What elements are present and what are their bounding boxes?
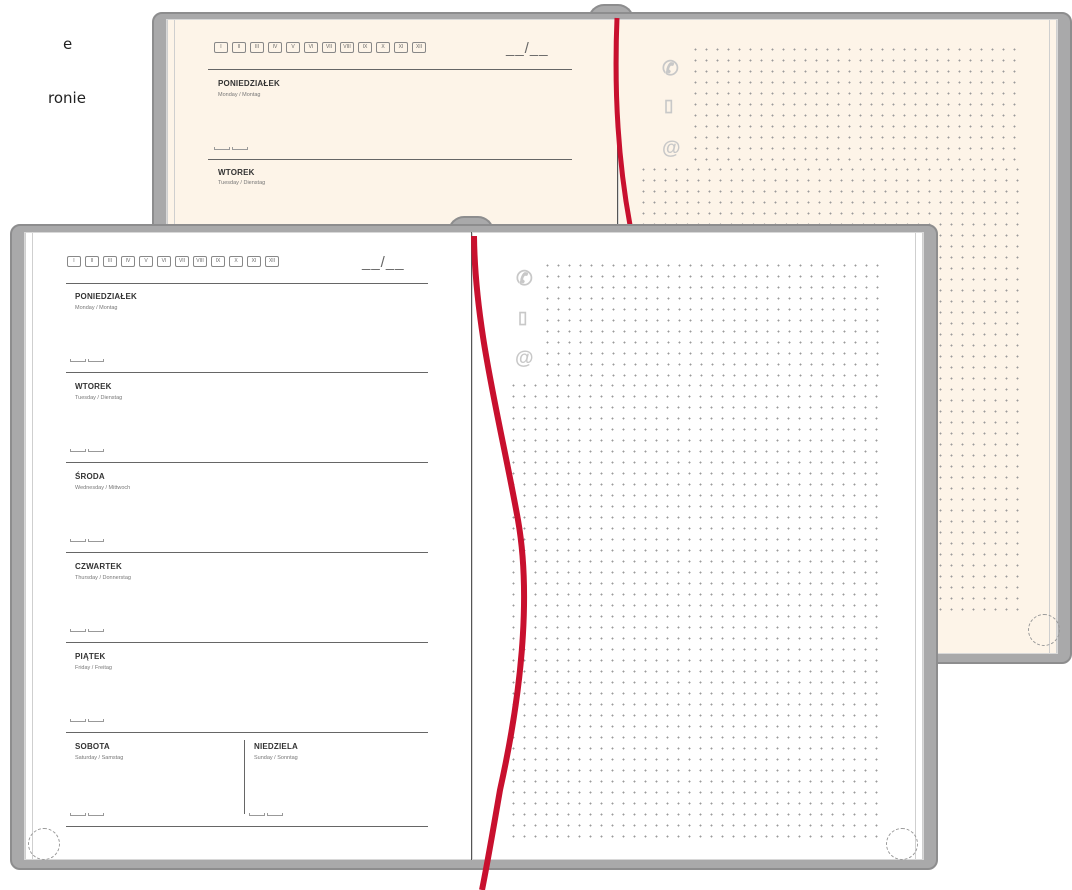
back-month-8[interactable]: VIII xyxy=(340,42,354,53)
front-month-6[interactable]: VI xyxy=(157,256,171,267)
front-month-4[interactable]: IV xyxy=(121,256,135,267)
back-header-rule xyxy=(208,69,572,70)
back-day-name-1: WTOREK xyxy=(218,168,255,177)
front-day-name-0: PONIEDZIAŁEK xyxy=(75,292,137,301)
front-spine xyxy=(471,232,472,860)
back-month-4[interactable]: IV xyxy=(268,42,282,53)
mobile-icon: ▯ xyxy=(518,308,528,327)
front-day-rule-0 xyxy=(66,372,428,373)
front-hours-3 xyxy=(70,628,108,632)
front-day-sub-1: Tuesday / Dienstag xyxy=(75,395,123,401)
front-month-5[interactable]: V xyxy=(139,256,153,267)
front-month-7[interactable]: VII xyxy=(175,256,189,267)
front-header-rule xyxy=(66,283,428,284)
back-month-5[interactable]: V xyxy=(286,42,300,53)
front-bottom-rule xyxy=(66,826,428,827)
front-day-rule-4 xyxy=(66,732,428,733)
front-month-2[interactable]: II xyxy=(85,256,99,267)
front-day-rule-3 xyxy=(66,642,428,643)
front-dot-grid-top xyxy=(542,260,882,380)
weekend-divider xyxy=(244,740,245,814)
back-month-1[interactable]: I xyxy=(214,42,228,53)
front-weekend-hours-0 xyxy=(70,812,108,816)
front-weekend-name-1: NIEDZIELA xyxy=(254,742,299,751)
cropped-caption: e ronie xyxy=(0,0,86,126)
front-day-sub-2: Wednesday / Mittwoch xyxy=(75,485,131,491)
front-month-9[interactable]: IX xyxy=(211,256,225,267)
front-day-name-4: PIĄTEK xyxy=(75,652,106,661)
back-day-sub-0: Monday / Montag xyxy=(218,92,261,98)
front-month-selector: I II III IV V VI VII VIII IX X XI XII xyxy=(67,256,279,267)
front-day-name-2: ŚRODA xyxy=(75,472,105,481)
front-hours-0 xyxy=(70,358,108,362)
front-day-sub-0: Monday / Montag xyxy=(75,305,118,311)
front-weekend-name-0: SOBOTA xyxy=(75,742,110,751)
front-hours-1 xyxy=(70,448,108,452)
front-weekend-sub-0: Saturday / Samstag xyxy=(75,755,124,761)
front-weekend-hours-1 xyxy=(249,812,287,816)
caption-line-2: ronie xyxy=(48,89,86,107)
back-day-rule-0 xyxy=(208,159,572,160)
front-hours-2 xyxy=(70,538,108,542)
front-corner-mark-right xyxy=(886,828,918,860)
caption-line-1: e xyxy=(63,35,73,53)
front-weekend-sub-1: Sunday / Sonntag xyxy=(254,755,298,761)
front-date-field[interactable]: __/__ xyxy=(362,254,405,271)
front-day-sub-3: Thursday / Donnerstag xyxy=(75,575,131,581)
back-month-selector: I II III IV V VI VII VIII IX X XI XII xyxy=(214,42,426,53)
back-day-sub-1: Tuesday / Dienstag xyxy=(218,180,266,186)
back-month-6[interactable]: VI xyxy=(304,42,318,53)
at-icon: @ xyxy=(515,348,534,369)
back-month-3[interactable]: III xyxy=(250,42,264,53)
phone-icon: ✆ xyxy=(662,58,679,80)
front-day-rule-2 xyxy=(66,552,428,553)
back-month-11[interactable]: XI xyxy=(394,42,408,53)
back-dot-grid-top xyxy=(690,44,1022,164)
front-hours-4 xyxy=(70,718,108,722)
back-date-field[interactable]: __/__ xyxy=(506,40,549,57)
front-dot-grid xyxy=(508,380,882,846)
back-month-7[interactable]: VII xyxy=(322,42,336,53)
front-planner: I II III IV V VI VII VIII IX X XI XII __/__ PONIEDZ… xyxy=(10,216,938,870)
back-month-10[interactable]: X xyxy=(376,42,390,53)
front-month-3[interactable]: III xyxy=(103,256,117,267)
back-month-2[interactable]: II xyxy=(232,42,246,53)
front-month-12[interactable]: XII xyxy=(265,256,279,267)
front-month-8[interactable]: VIII xyxy=(193,256,207,267)
back-day-name-0: PONIEDZIAŁEK xyxy=(218,79,280,88)
front-day-name-1: WTOREK xyxy=(75,382,112,391)
front-day-name-3: CZWARTEK xyxy=(75,562,122,571)
mobile-icon: ▯ xyxy=(664,96,674,115)
front-month-10[interactable]: X xyxy=(229,256,243,267)
back-month-9[interactable]: IX xyxy=(358,42,372,53)
front-day-sub-4: Friday / Freitag xyxy=(75,665,112,671)
phone-icon: ✆ xyxy=(516,268,533,290)
front-left-page xyxy=(24,232,472,860)
front-corner-mark-left xyxy=(28,828,60,860)
back-hours-0 xyxy=(214,146,252,150)
front-month-11[interactable]: XI xyxy=(247,256,261,267)
back-corner-mark xyxy=(1028,614,1060,646)
front-day-rule-1 xyxy=(66,462,428,463)
at-icon: @ xyxy=(662,138,681,159)
back-month-12[interactable]: XII xyxy=(412,42,426,53)
front-month-1[interactable]: I xyxy=(67,256,81,267)
